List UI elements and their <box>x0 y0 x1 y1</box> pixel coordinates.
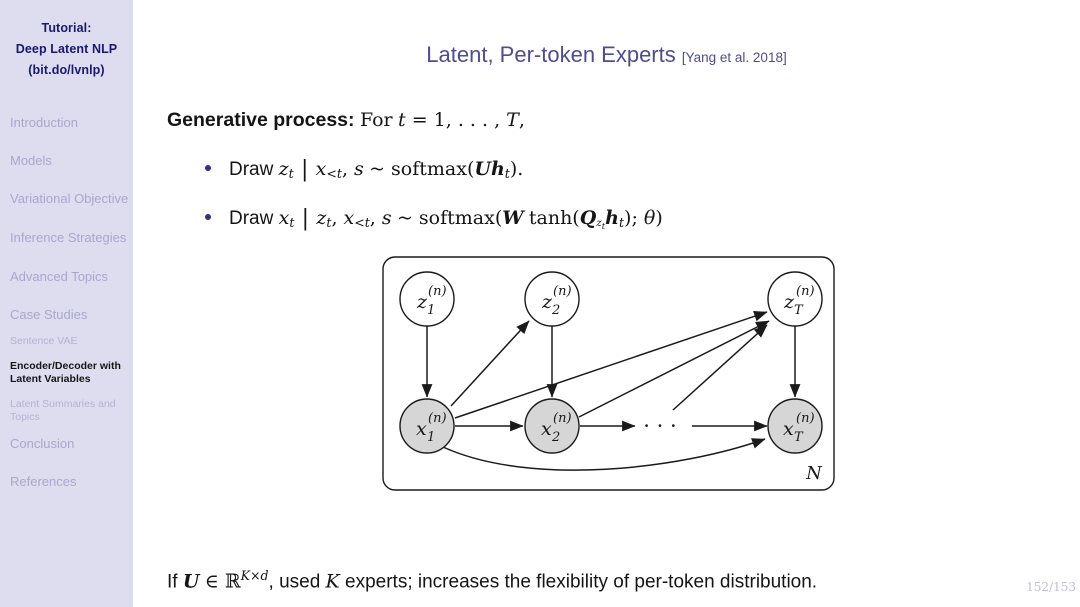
sidebar-sublist-case-studies: Sentence VAE Encoder/Decoder with Latent… <box>0 335 133 424</box>
edge-x1-xT-curved <box>442 438 766 471</box>
sidebar-title-line-2: Deep Latent NLP <box>15 42 118 56</box>
node-xT-sup: (n) <box>796 411 815 426</box>
node-x2-sup: (n) <box>553 411 572 426</box>
edge-group <box>421 311 801 471</box>
sidebar-item-conclusion[interactable]: Conclusion <box>0 436 133 451</box>
node-xT-base: x <box>783 418 794 440</box>
node-x1-sup: (n) <box>428 411 447 426</box>
generative-process-line: Generative process: For t = 1, . . . , T… <box>167 109 525 132</box>
sidebar: Tutorial: Deep Latent NLP (bit.do/lvnlp)… <box>0 0 133 607</box>
generative-process-text: For t = 1, . . . , T, <box>359 109 525 131</box>
node-xT-sub: T <box>794 430 804 445</box>
sidebar-item-case-studies[interactable]: Case Studies <box>0 307 133 322</box>
edge-x1-z2 <box>450 320 530 407</box>
sidebar-item-latent-summaries-and-topics[interactable]: Latent Summaries and Topics <box>0 398 133 424</box>
generative-process-label: Generative process: <box>167 109 355 131</box>
bullet-list: Draw zt | x<t, s ~ softmax(Uht). Draw xt… <box>167 155 1067 256</box>
sidebar-item-introduction[interactable]: Introduction <box>0 115 133 130</box>
edge-x1-zT <box>454 311 768 419</box>
page-number: 152/153 <box>1026 580 1076 594</box>
graphical-model-figure: · · · z 1 (n) z 2 (n) z T (n) x 1 (n) x … <box>381 255 836 495</box>
edge-dots-zT <box>672 324 768 411</box>
node-x2-base: x <box>541 418 552 440</box>
node-x1-sub: 1 <box>427 430 435 445</box>
sidebar-title-line-1: Tutorial: <box>41 21 92 35</box>
sidebar-item-variational-objective[interactable]: Variational Objective <box>0 191 133 207</box>
list-item: Draw zt | x<t, s ~ softmax(Uht). <box>167 155 1067 188</box>
sidebar-title: Tutorial: Deep Latent NLP (bit.do/lvnlp) <box>0 0 133 81</box>
page-title-citation: [Yang et al. 2018] <box>681 50 787 65</box>
sidebar-item-advanced-topics[interactable]: Advanced Topics <box>0 269 133 284</box>
edge-x2-zT <box>578 320 770 418</box>
plate-diagram: · · · z 1 (n) z 2 (n) z T (n) x 1 (n) x … <box>382 256 835 491</box>
bullet-dot-icon <box>205 165 211 171</box>
node-z1-sub: 1 <box>427 303 435 318</box>
node-x1-base: x <box>416 418 427 440</box>
sidebar-item-references[interactable]: References <box>0 474 133 489</box>
bullet-text-1: Draw zt | x<t, s ~ softmax(Uht). <box>229 157 524 182</box>
node-x2-sub: 2 <box>551 430 560 445</box>
node-zT-sup: (n) <box>796 284 815 299</box>
sidebar-title-line-3: (bit.do/lvnlp) <box>28 63 105 77</box>
node-z2-sub: 2 <box>551 303 560 318</box>
plate-label: N <box>805 463 823 484</box>
sidebar-item-models[interactable]: Models <box>0 153 133 168</box>
list-item: Draw xt | zt, x<t, s ~ softmax(W tanh(Qz… <box>167 204 1067 240</box>
bullet-dot-icon <box>205 213 211 220</box>
node-zT-sub: T <box>794 303 804 318</box>
ellipsis-label: · · · <box>643 414 676 438</box>
slide-content: Latent, Per-token Experts [Yang et al. 2… <box>133 0 1080 607</box>
sidebar-item-encoder-decoder-with-latent-variables[interactable]: Encoder/Decoder with Latent Variables <box>0 360 133 386</box>
sidebar-nav: Introduction Models Variational Objectiv… <box>0 115 133 489</box>
node-z1-sup: (n) <box>428 284 447 299</box>
page-title-text: Latent, Per-token Experts <box>426 42 676 67</box>
node-label-group: z 1 (n) z 2 (n) z T (n) x 1 (n) x 2 (n) … <box>416 284 815 445</box>
sidebar-item-sentence-vae[interactable]: Sentence VAE <box>0 335 133 348</box>
footer-note: If U ∈ ℝK×d, used K experts; increases t… <box>167 568 818 593</box>
sidebar-item-inference-strategies[interactable]: Inference Strategies <box>0 230 133 246</box>
bullet-text-2: Draw xt | zt, x<t, s ~ softmax(W tanh(Qz… <box>229 205 663 232</box>
node-z2-sup: (n) <box>553 284 572 299</box>
page-title: Latent, Per-token Experts [Yang et al. 2… <box>133 42 1080 68</box>
